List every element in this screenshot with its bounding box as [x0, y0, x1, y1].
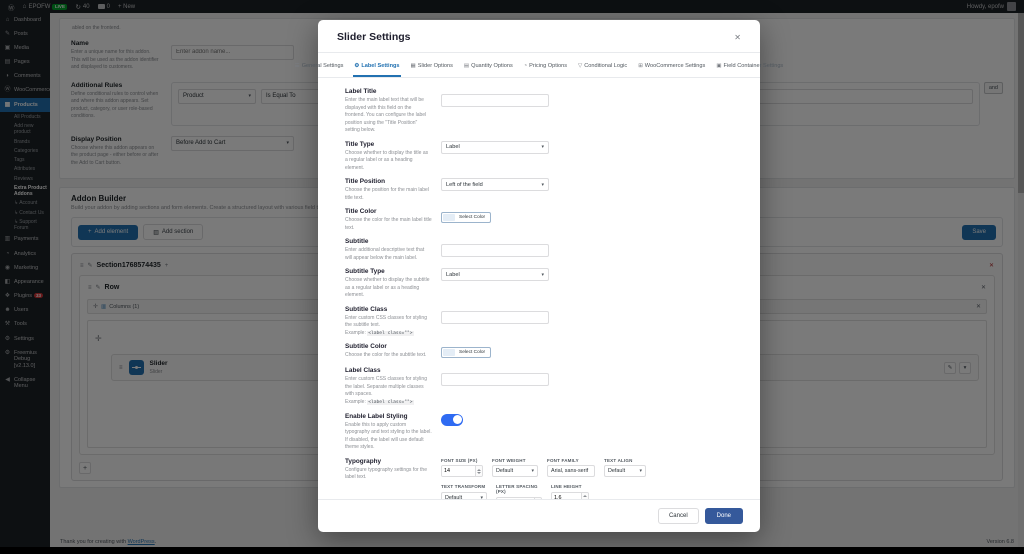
container-icon: ▣: [716, 63, 721, 69]
tab-general-settings[interactable]: ☰General Settings: [294, 60, 345, 77]
label-title-row: Label TitleEnter the main label text tha…: [345, 88, 740, 135]
cart-icon: ⊞: [638, 63, 643, 69]
typography-grid: FONT SIZE (PX) FONT WEIGHT Default▾ FONT…: [441, 458, 646, 499]
tab-conditional-logic[interactable]: ▽Conditional Logic: [577, 60, 628, 77]
modal-tabs: ☰General Settings ⚙Label Settings ▦Slide…: [318, 53, 760, 78]
gear-icon: ⚙: [354, 63, 359, 69]
slider-settings-modal: Slider Settings ✕ ☰General Settings ⚙Lab…: [318, 20, 760, 532]
tab-quantity-options[interactable]: ▤Quantity Options: [463, 60, 514, 77]
typography-row: TypographyConfigure typography settings …: [345, 458, 740, 499]
color-swatch: [443, 349, 455, 357]
font-size-input[interactable]: [441, 465, 483, 477]
subtitle-type-row: Subtitle TypeChoose whether to display t…: [345, 268, 740, 300]
slider-options-icon: ▦: [411, 63, 416, 69]
pricing-options-icon: ◔: [524, 63, 527, 69]
title-color-row: Title ColorChoose the color for the main…: [345, 208, 740, 232]
subtitle-type-select[interactable]: Label▾: [441, 268, 549, 281]
enable-label-styling-toggle[interactable]: [441, 414, 463, 426]
font-family-input[interactable]: [547, 465, 595, 477]
enable-label-styling-row: Enable Label StylingEnable this to apply…: [345, 413, 740, 452]
font-weight-select[interactable]: Default▾: [492, 465, 538, 477]
tab-pricing-options[interactable]: ◔Pricing Options: [523, 60, 568, 77]
color-swatch: [443, 214, 455, 222]
number-spinner[interactable]: [475, 466, 482, 476]
close-icon[interactable]: ✕: [734, 33, 741, 42]
subtitle-class-row: Subtitle Class Enter custom CSS classes …: [345, 306, 740, 338]
chevron-down-icon: ▾: [531, 468, 534, 474]
tab-woocommerce-settings[interactable]: ⊞WooCommerce Settings: [637, 60, 706, 77]
funnel-icon: ▽: [578, 63, 582, 69]
line-height-input[interactable]: [551, 492, 589, 499]
title-position-row: Title PositionChoose the position for th…: [345, 178, 740, 202]
modal-header: Slider Settings ✕: [318, 20, 760, 53]
text-transform-select[interactable]: Default▾: [441, 492, 487, 499]
done-button[interactable]: Done: [705, 508, 743, 524]
label-class-row: Label Class Enter custom CSS classes for…: [345, 367, 740, 406]
modal-body: Label TitleEnter the main label text tha…: [318, 78, 760, 499]
subtitle-class-input[interactable]: [441, 311, 549, 324]
cancel-button[interactable]: Cancel: [658, 508, 699, 524]
subtitle-input[interactable]: [441, 244, 549, 257]
general-settings-icon: ☰: [295, 63, 300, 69]
title-color-picker-button[interactable]: Select Color: [441, 212, 491, 223]
chevron-down-icon: ▾: [639, 468, 642, 474]
bottom-bar: [0, 547, 1024, 554]
quantity-options-icon: ▤: [464, 63, 469, 69]
chevron-down-icon: ▾: [541, 144, 544, 150]
label-class-input[interactable]: [441, 373, 549, 386]
subtitle-color-picker-button[interactable]: Select Color: [441, 347, 491, 358]
tab-field-container-settings[interactable]: ▣Field Container Settings: [715, 60, 784, 77]
subtitle-color-row: Subtitle ColorChoose the color for the s…: [345, 343, 740, 361]
title-position-select[interactable]: Left of the field▾: [441, 178, 549, 191]
modal-title: Slider Settings: [337, 31, 411, 43]
subtitle-row: SubtitleEnter additional descriptive tex…: [345, 238, 740, 262]
chevron-down-icon: ▾: [541, 272, 544, 278]
chevron-down-icon: ▾: [541, 182, 544, 188]
tab-slider-options[interactable]: ▦Slider Options: [410, 60, 454, 77]
title-type-row: Title TypeChoose whether to display the …: [345, 141, 740, 173]
tab-label-settings[interactable]: ⚙Label Settings: [353, 60, 400, 77]
label-title-input[interactable]: [441, 94, 549, 107]
modal-footer: Cancel Done: [318, 499, 760, 532]
text-align-select[interactable]: Default▾: [604, 465, 646, 477]
title-type-select[interactable]: Label▾: [441, 141, 549, 154]
